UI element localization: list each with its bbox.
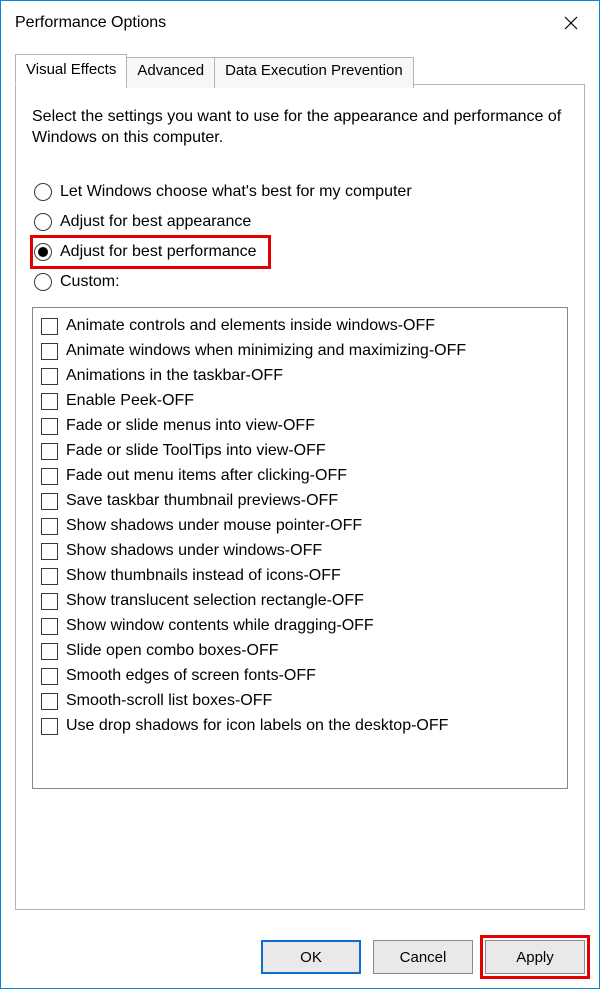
tab-advanced[interactable]: Advanced [126, 57, 215, 88]
button-label: Cancel [400, 949, 447, 966]
checkbox-icon [41, 693, 58, 710]
tabstrip: Visual Effects Advanced Data Execution P… [15, 54, 585, 85]
effect-checkbox-row[interactable]: Use drop shadows for icon labels on the … [41, 714, 563, 739]
checkbox-label: Show translucent selection rectangle-OFF [66, 593, 364, 609]
checkbox-icon [41, 618, 58, 635]
close-icon [564, 16, 578, 30]
checkbox-icon [41, 568, 58, 585]
effect-checkbox-row[interactable]: Smooth-scroll list boxes-OFF [41, 689, 563, 714]
effect-checkbox-row[interactable]: Slide open combo boxes-OFF [41, 639, 563, 664]
checkbox-icon [41, 718, 58, 735]
effect-checkbox-row[interactable]: Smooth edges of screen fonts-OFF [41, 664, 563, 689]
performance-mode-radiogroup: Let Windows choose what's best for my co… [32, 177, 568, 297]
effect-checkbox-row[interactable]: Animate controls and elements inside win… [41, 314, 563, 339]
checkbox-icon [41, 468, 58, 485]
button-label: Apply [516, 949, 554, 966]
button-label: OK [300, 949, 322, 966]
checkbox-icon [41, 593, 58, 610]
checkbox-icon [41, 343, 58, 360]
checkbox-label: Show shadows under mouse pointer-OFF [66, 518, 362, 534]
effect-checkbox-row[interactable]: Enable Peek-OFF [41, 389, 563, 414]
titlebar: Performance Options [1, 1, 599, 45]
tab-dep[interactable]: Data Execution Prevention [214, 57, 414, 88]
effect-checkbox-row[interactable]: Fade out menu items after clicking-OFF [41, 464, 563, 489]
radio-best-appearance[interactable]: Adjust for best appearance [32, 207, 568, 237]
checkbox-icon [41, 318, 58, 335]
checkbox-label: Animate windows when minimizing and maxi… [66, 343, 466, 359]
effect-checkbox-row[interactable]: Show shadows under windows-OFF [41, 539, 563, 564]
effect-checkbox-row[interactable]: Show translucent selection rectangle-OFF [41, 589, 563, 614]
checkbox-icon [41, 368, 58, 385]
checkbox-icon [41, 668, 58, 685]
effect-checkbox-row[interactable]: Animations in the taskbar-OFF [41, 364, 563, 389]
window-title: Performance Options [15, 14, 547, 32]
checkbox-label: Smooth-scroll list boxes-OFF [66, 693, 272, 709]
radio-best-performance[interactable]: Adjust for best performance [32, 237, 259, 267]
checkbox-icon [41, 393, 58, 410]
radio-label: Adjust for best performance [60, 243, 257, 261]
effect-checkbox-row[interactable]: Save taskbar thumbnail previews-OFF [41, 489, 563, 514]
checkbox-icon [41, 493, 58, 510]
effect-checkbox-row[interactable]: Animate windows when minimizing and maxi… [41, 339, 563, 364]
checkbox-label: Fade or slide menus into view-OFF [66, 418, 315, 434]
checkbox-label: Animations in the taskbar-OFF [66, 368, 283, 384]
effect-checkbox-row[interactable]: Show shadows under mouse pointer-OFF [41, 514, 563, 539]
effect-checkbox-row[interactable]: Fade or slide menus into view-OFF [41, 414, 563, 439]
intro-text: Select the settings you want to use for … [32, 107, 568, 149]
radio-icon [34, 243, 52, 261]
checkbox-icon [41, 543, 58, 560]
tab-label: Data Execution Prevention [225, 62, 403, 79]
apply-button[interactable]: Apply [485, 940, 585, 974]
radio-label: Adjust for best appearance [60, 213, 251, 231]
radio-icon [34, 213, 52, 231]
checkbox-label: Save taskbar thumbnail previews-OFF [66, 493, 338, 509]
radio-icon [34, 273, 52, 291]
checkbox-icon [41, 443, 58, 460]
radio-custom[interactable]: Custom: [32, 267, 568, 297]
checkbox-label: Smooth edges of screen fonts-OFF [66, 668, 316, 684]
effect-checkbox-row[interactable]: Show thumbnails instead of icons-OFF [41, 564, 563, 589]
dialog-buttons: OK Cancel Apply [261, 940, 585, 974]
checkbox-icon [41, 643, 58, 660]
highlight-box: Adjust for best performance [32, 237, 269, 267]
radio-label: Custom: [60, 273, 120, 291]
radio-label: Let Windows choose what's best for my co… [60, 183, 412, 201]
close-button[interactable] [547, 1, 595, 45]
checkbox-label: Fade out menu items after clicking-OFF [66, 468, 347, 484]
tab-label: Visual Effects [26, 61, 116, 78]
radio-let-windows-choose[interactable]: Let Windows choose what's best for my co… [32, 177, 568, 207]
checkbox-label: Use drop shadows for icon labels on the … [66, 718, 448, 734]
tab-visual-effects[interactable]: Visual Effects [15, 54, 127, 85]
checkbox-label: Show shadows under windows-OFF [66, 543, 322, 559]
checkbox-label: Show thumbnails instead of icons-OFF [66, 568, 341, 584]
checkbox-icon [41, 418, 58, 435]
radio-icon [34, 183, 52, 201]
effect-checkbox-row[interactable]: Fade or slide ToolTips into view-OFF [41, 439, 563, 464]
client-area: Visual Effects Advanced Data Execution P… [1, 45, 599, 910]
cancel-button[interactable]: Cancel [373, 940, 473, 974]
checkbox-label: Enable Peek-OFF [66, 393, 194, 409]
checkbox-label: Show window contents while dragging-OFF [66, 618, 374, 634]
tab-label: Advanced [137, 62, 204, 79]
checkbox-icon [41, 518, 58, 535]
checkbox-label: Slide open combo boxes-OFF [66, 643, 279, 659]
effects-checklist[interactable]: Animate controls and elements inside win… [32, 307, 568, 789]
checkbox-label: Animate controls and elements inside win… [66, 318, 435, 334]
ok-button[interactable]: OK [261, 940, 361, 974]
effect-checkbox-row[interactable]: Show window contents while dragging-OFF [41, 614, 563, 639]
checkbox-label: Fade or slide ToolTips into view-OFF [66, 443, 326, 459]
tabpanel-visual-effects: Select the settings you want to use for … [15, 84, 585, 910]
